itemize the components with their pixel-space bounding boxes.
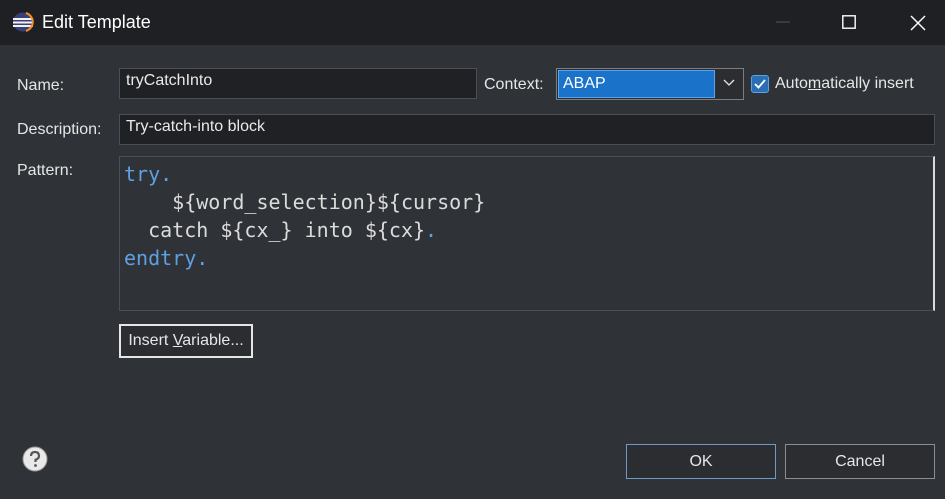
auto-insert-checkbox[interactable] [751, 75, 769, 93]
context-label: Context: [484, 76, 544, 93]
description-label: Description: [17, 121, 102, 138]
pattern-line: endtry. [124, 244, 929, 272]
edit-template-dialog: Edit Template Name: tryCatchInto Context… [0, 0, 945, 499]
title-bar: Edit Template [0, 0, 945, 45]
chevron-down-icon [723, 79, 735, 86]
minimize-icon [776, 21, 790, 23]
pattern-text: ${word_selection}${cursor} [124, 190, 486, 214]
name-field[interactable]: tryCatchInto [119, 68, 477, 99]
pattern-editor[interactable]: try. ${word_selection}${cursor} catch ${… [119, 156, 935, 311]
insert-variable-label: Insert [128, 332, 173, 349]
pattern-label: Pattern: [17, 162, 74, 179]
auto-insert-label-text: Auto [775, 75, 808, 92]
name-label: Name: [17, 77, 65, 94]
help-icon[interactable] [22, 446, 48, 472]
pattern-line: catch ${cx_} into ${cx}. [124, 216, 929, 244]
insert-variable-button[interactable]: Insert Variable... [119, 324, 253, 358]
eclipse-icon [12, 12, 34, 32]
ok-button[interactable]: OK [626, 444, 776, 479]
context-combo[interactable]: ABAP [556, 68, 744, 100]
checkmark-icon [754, 79, 766, 89]
auto-insert-label-text-rest: atically insert [821, 75, 914, 92]
pattern-keyword: try. [124, 162, 173, 186]
pattern-keyword: . [425, 218, 438, 242]
maximize-button[interactable] [826, 0, 872, 45]
close-button[interactable] [894, 0, 940, 45]
pattern-text: catch ${cx_} into ${cx} [124, 218, 426, 242]
window-title: Edit Template [42, 12, 151, 32]
pattern-keyword: endtry. [124, 246, 209, 270]
insert-variable-label-rest: ariable... [182, 332, 244, 349]
description-field[interactable]: Try-catch-into block [119, 114, 935, 145]
maximize-icon [842, 15, 856, 29]
cancel-button[interactable]: Cancel [785, 444, 935, 479]
pattern-line: try. [124, 160, 929, 188]
pattern-line: ${word_selection}${cursor} [124, 188, 929, 216]
insert-variable-mnemonic: V [172, 332, 183, 349]
auto-insert-mnemonic: m [807, 75, 822, 92]
close-icon [910, 15, 926, 31]
minimize-button[interactable] [760, 0, 806, 45]
context-selected-value: ABAP [558, 70, 715, 98]
auto-insert-label[interactable]: Automatically insert [775, 75, 914, 93]
